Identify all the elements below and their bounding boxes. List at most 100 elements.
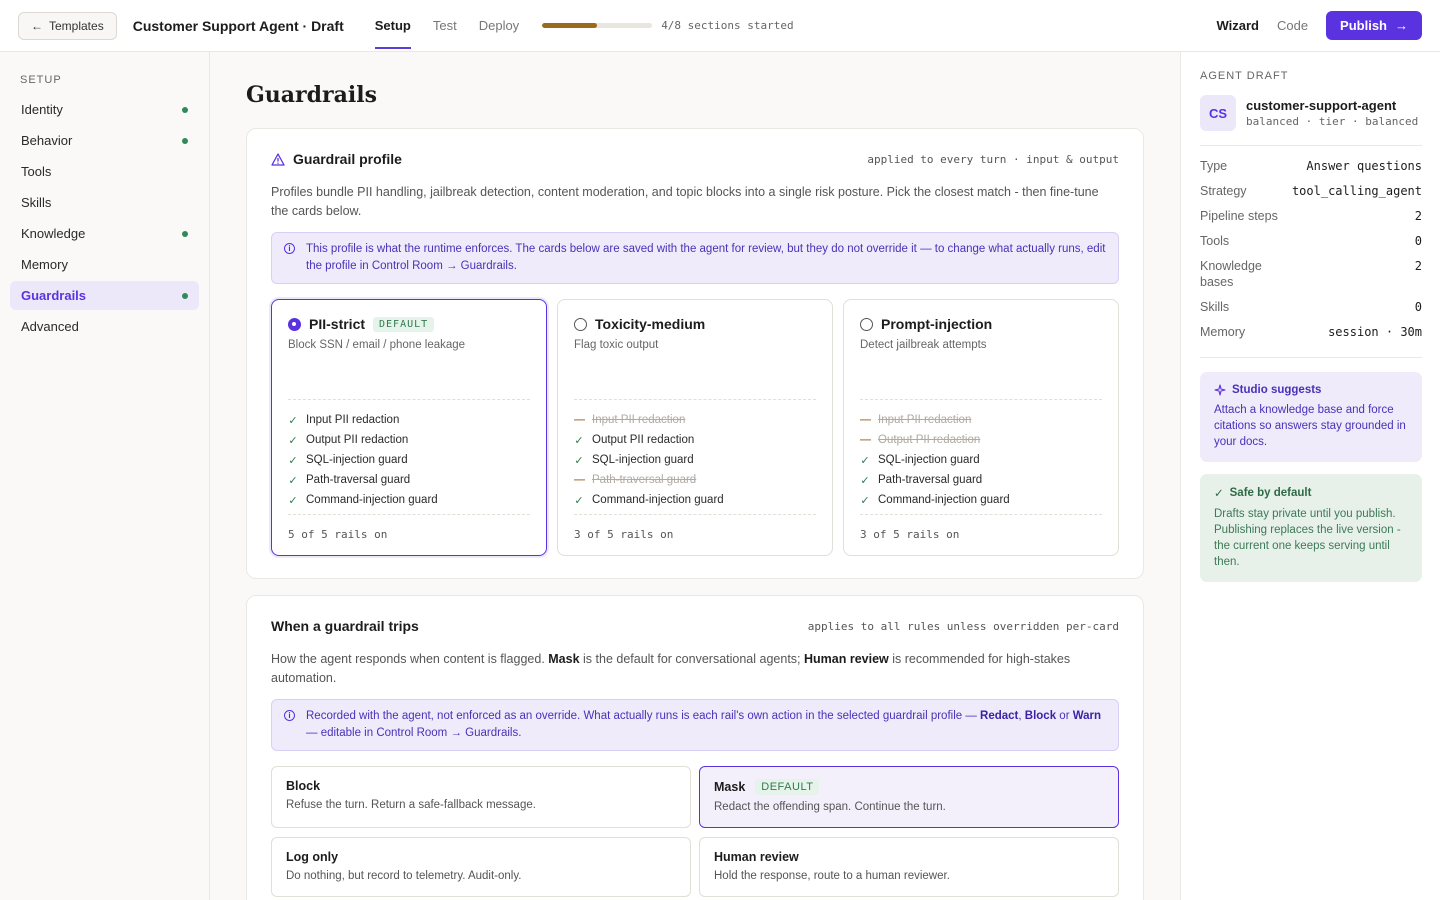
agent-tags: balanced · tier · balanced: [1246, 115, 1419, 128]
rail-item: — Output PII redaction: [860, 434, 981, 446]
sidebar-item-label: Behavior: [21, 133, 73, 148]
progress-label: 4/8 sections started: [661, 19, 794, 32]
suggest-body: Attach a knowledge base and force citati…: [1214, 404, 1406, 448]
check-icon: ✓: [860, 454, 870, 467]
avatar: CS: [1200, 95, 1236, 131]
card-description: How the agent responds when content is f…: [271, 652, 1071, 685]
rail-item: — Input PII redaction: [860, 414, 972, 426]
sidebar-item-label: Skills: [21, 195, 52, 210]
stat-pipeline-steps: Pipeline steps 2: [1200, 209, 1422, 223]
app-title: Customer Support Agent · Draft: [132, 17, 344, 34]
divider: [1200, 145, 1422, 146]
default-badge: DEFAULT: [373, 316, 435, 332]
rail-item: ✓ Command-injection guard: [288, 494, 438, 507]
agent-summary: CS customer-support-agent balanced · tie…: [1200, 95, 1422, 131]
check-icon: ✓: [1214, 488, 1224, 500]
info-text: Recorded with the agent, not enforced as…: [306, 710, 1102, 739]
warning-icon: [271, 152, 285, 166]
action-option-mask[interactable]: Mask DEFAULT Redact the offending span. C…: [699, 766, 1119, 828]
radio-selected-icon[interactable]: [288, 317, 301, 331]
action-option-log-only[interactable]: Log only Do nothing, but record to telem…: [271, 837, 691, 897]
safe-body: Drafts stay private until you publish. P…: [1214, 508, 1401, 568]
dash-icon: —: [574, 474, 585, 486]
sidebar-item-skills[interactable]: Skills: [10, 188, 199, 217]
profile-name: Toxicity-medium: [595, 316, 706, 332]
rail-item: ✓ SQL-injection guard: [288, 454, 408, 467]
sidebar-item-guardrails[interactable]: Guardrails: [10, 281, 199, 310]
safe-by-default-box: ✓ Safe by default Drafts stay private un…: [1200, 474, 1422, 582]
complete-dot-icon: [182, 230, 188, 237]
setup-progress: 4/8 sections started: [542, 19, 794, 32]
sidebar-item-advanced[interactable]: Advanced: [10, 312, 199, 341]
check-icon: ✓: [574, 454, 584, 467]
sidebar-item-behavior[interactable]: Behavior: [10, 126, 199, 155]
arrow-right-icon: →: [1395, 18, 1408, 33]
action-option-human-review[interactable]: Human review Hold the response, route to…: [699, 837, 1119, 897]
check-icon: ✓: [574, 494, 584, 507]
stat-type: Type Answer questions: [1200, 159, 1422, 173]
profile-name: Prompt-injection: [881, 316, 993, 332]
agent-draft-panel: AGENT DRAFT CS customer-support-agent ba…: [1180, 52, 1440, 900]
rail-item: — Input PII redaction: [574, 414, 686, 426]
rails-count: 5 of 5 rails on: [288, 528, 388, 541]
guardrail-trips-card: When a guardrail trips applies to all ru…: [246, 595, 1144, 900]
wizard-toggle[interactable]: Wizard: [1216, 18, 1259, 33]
profile-subtitle: Block SSN / email / phone leakage: [288, 339, 466, 351]
divider: [574, 399, 816, 400]
action-name: Human review: [714, 850, 799, 864]
check-icon: ✓: [288, 454, 298, 467]
profile-option-toxicity-medium[interactable]: Toxicity-medium Flag toxic output — Input…: [557, 299, 833, 556]
tab-test[interactable]: Test: [422, 0, 468, 52]
stat-tools: Tools 0: [1200, 234, 1422, 248]
rail-item: ✓ Path-traversal guard: [288, 474, 411, 487]
stat-skills: Skills 0: [1200, 300, 1422, 314]
radio-unselected-icon[interactable]: [860, 317, 873, 331]
rail-item: ✓ Output PII redaction: [574, 434, 695, 447]
sidebar-item-label: Tools: [21, 164, 52, 179]
action-description: Hold the response, route to a human revi…: [714, 870, 950, 882]
dash-icon: —: [574, 414, 585, 426]
check-icon: ✓: [288, 494, 298, 507]
sidebar-item-identity[interactable]: Identity: [10, 95, 199, 124]
rail-item: ✓ Command-injection guard: [860, 494, 1010, 507]
agent-name: customer-support-agent: [1246, 98, 1397, 113]
sidebar: SETUP Identity Behavior Tools Skills Kno…: [0, 52, 210, 900]
card-meta: applies to all rules unless overridden p…: [807, 619, 1119, 633]
sidebar-item-label: Identity: [21, 102, 63, 117]
check-icon: ✓: [860, 494, 870, 507]
rail-item: ✓ SQL-injection guard: [574, 454, 694, 467]
sidebar-item-tools[interactable]: Tools: [10, 157, 199, 186]
publish-label: Publish: [1340, 18, 1387, 33]
complete-dot-icon: [182, 106, 188, 113]
profile-option-prompt-injection[interactable]: Prompt-injection Detect jailbreak attemp…: [843, 299, 1119, 556]
back-button-label: Templates: [49, 18, 104, 33]
rail-list: — Input PII redaction — Output PII redacti…: [860, 410, 1102, 510]
action-option-block[interactable]: Block Refuse the turn. Return a safe-fal…: [271, 766, 691, 828]
radio-unselected-icon[interactable]: [574, 317, 587, 331]
divider: [288, 399, 530, 400]
divider: [288, 514, 530, 515]
rail-item: ✓ Command-injection guard: [574, 494, 724, 507]
profile-option-pii-strict[interactable]: PII-strict DEFAULT Block SSN / email / p…: [271, 299, 547, 556]
runtime-info-banner: i This profile is what the runtime enfor…: [271, 232, 1119, 284]
info-icon: i: [284, 710, 295, 721]
sidebar-item-memory[interactable]: Memory: [10, 250, 199, 279]
complete-dot-icon: [182, 137, 188, 144]
publish-button[interactable]: Publish →: [1326, 11, 1422, 40]
code-toggle[interactable]: Code: [1277, 18, 1308, 33]
back-to-templates-button[interactable]: ← Templates: [18, 11, 117, 40]
main-content: Guardrails Guardrail profile applied to …: [210, 52, 1180, 900]
tab-setup[interactable]: Setup: [364, 0, 422, 52]
page-title: Guardrails: [246, 82, 377, 108]
sidebar-item-label: Knowledge: [21, 226, 86, 241]
rail-item: ✓ SQL-injection guard: [860, 454, 980, 467]
top-bar: ← Templates Customer Support Agent · Dra…: [0, 0, 1440, 52]
tab-deploy[interactable]: Deploy: [468, 0, 530, 52]
sidebar-item-knowledge[interactable]: Knowledge: [10, 219, 199, 248]
action-name: Mask: [714, 780, 746, 794]
dash-icon: —: [860, 434, 871, 446]
divider: [860, 514, 1102, 515]
rail-list: ✓ Input PII redaction ✓ Output PII redacti…: [288, 410, 530, 510]
rails-count: 3 of 5 rails on: [574, 528, 674, 541]
arrow-left-icon: ←: [31, 18, 43, 33]
